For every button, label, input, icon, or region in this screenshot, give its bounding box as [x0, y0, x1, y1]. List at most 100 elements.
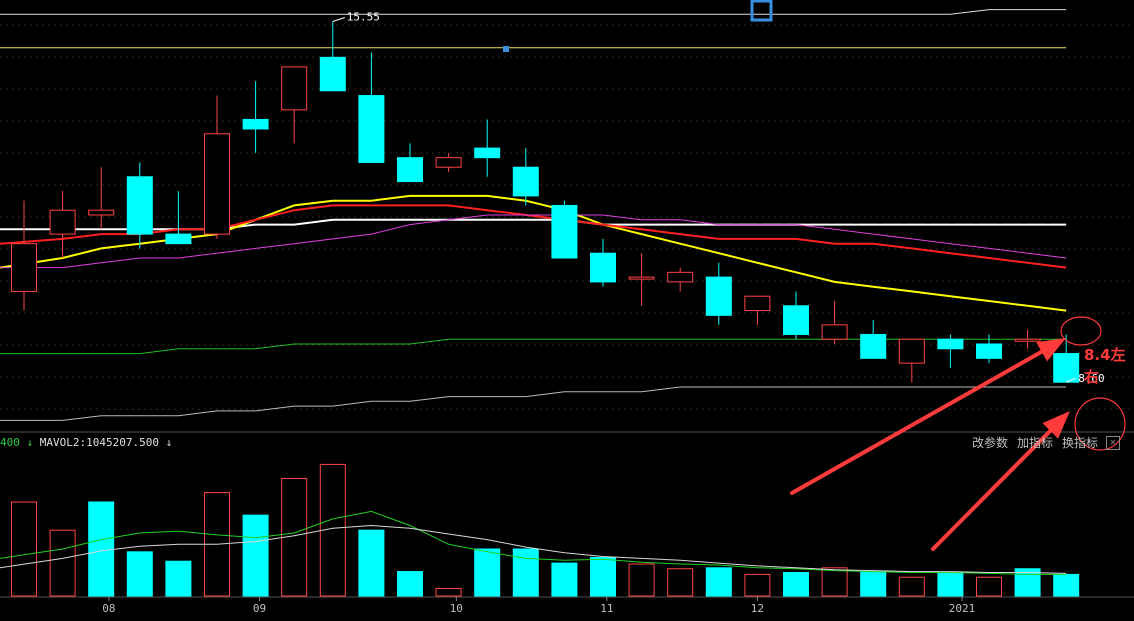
- candle[interactable]: [744, 295, 771, 325]
- arrow-to-price-target: [790, 338, 1066, 495]
- volume-bar[interactable]: [126, 551, 153, 597]
- candle-body: [319, 56, 346, 92]
- volume-bar[interactable]: [937, 572, 964, 597]
- note-line-2: 右: [1084, 368, 1100, 386]
- switch-indicator-button[interactable]: 换指标: [1062, 434, 1098, 452]
- candle[interactable]: [281, 66, 308, 144]
- candle[interactable]: [551, 200, 578, 259]
- candle[interactable]: [783, 291, 809, 340]
- volume-bar[interactable]: [242, 514, 269, 597]
- volume-bar[interactable]: [11, 501, 37, 597]
- ma-line-2: [0, 194, 1067, 312]
- candle[interactable]: [88, 167, 115, 230]
- close-icon[interactable]: ✕: [1106, 436, 1120, 450]
- candle[interactable]: [705, 262, 732, 325]
- candle-body: [976, 343, 1002, 359]
- volume-bar[interactable]: [898, 576, 925, 597]
- add-indicator-button[interactable]: 加指标: [1017, 434, 1053, 452]
- candle[interactable]: [397, 143, 423, 183]
- candle-body: [397, 157, 423, 183]
- volume-bar[interactable]: [474, 548, 501, 597]
- candle[interactable]: [821, 301, 848, 344]
- candle[interactable]: [126, 162, 153, 249]
- target-circle: [1060, 316, 1102, 346]
- candle-body: [821, 324, 848, 340]
- candle[interactable]: [49, 191, 76, 258]
- candle-body: [204, 133, 230, 235]
- down-arrow-icon: ↓: [165, 436, 173, 449]
- volume-bar[interactable]: [358, 529, 385, 597]
- volume-bar[interactable]: [165, 560, 192, 597]
- candle-body: [937, 338, 964, 350]
- candle[interactable]: [628, 253, 655, 306]
- x-tick-label: 11: [600, 602, 613, 615]
- volume-bar[interactable]: [1053, 573, 1080, 597]
- candle[interactable]: [242, 81, 269, 153]
- volume-bar[interactable]: [49, 529, 76, 597]
- candle-body: [744, 295, 771, 312]
- volume-bar[interactable]: [551, 562, 578, 597]
- x-tick-label: 08: [102, 602, 115, 615]
- volume-bar[interactable]: [821, 567, 848, 597]
- mavol2-label: MAVOL2:1045207.500: [39, 436, 159, 449]
- candle[interactable]: [435, 152, 462, 172]
- volume-bar[interactable]: [628, 563, 655, 597]
- volume-bar[interactable]: [397, 571, 423, 597]
- candle[interactable]: [319, 21, 346, 92]
- volume-bar[interactable]: [88, 501, 115, 597]
- volume-bar[interactable]: [783, 572, 809, 597]
- candle-body: [705, 276, 732, 316]
- x-axis: 08 09 10 11 12 2021: [102, 597, 975, 615]
- candle-body: [860, 333, 887, 359]
- ma-line-1: [0, 218, 1067, 231]
- candle-body: [11, 243, 37, 292]
- candle-body: [551, 204, 578, 259]
- candle[interactable]: [667, 267, 694, 292]
- modify-params-button[interactable]: 改参数: [972, 434, 1008, 452]
- volume-indicator-header: 400 ↓ MAVOL2:1045207.500 ↓: [0, 434, 960, 452]
- candle-body: [88, 209, 115, 216]
- volume-bars[interactable]: [11, 463, 1080, 597]
- candle[interactable]: [937, 334, 964, 368]
- candle[interactable]: [512, 148, 539, 206]
- candle[interactable]: [11, 200, 37, 311]
- down-arrow-icon: ↓: [26, 436, 34, 449]
- candle[interactable]: [204, 95, 230, 239]
- volume-bar[interactable]: [744, 573, 771, 597]
- ma-line-7: [0, 9, 1067, 15]
- candle[interactable]: [358, 52, 385, 163]
- candle-body: [474, 147, 501, 159]
- candle-body: [628, 276, 655, 280]
- blue-dot-marker: [503, 46, 509, 52]
- candle-body: [358, 95, 385, 163]
- candle[interactable]: [474, 119, 501, 177]
- candlesticks[interactable]: [11, 21, 1080, 383]
- note-line-1: 8.4左: [1084, 346, 1126, 364]
- candle-body: [242, 118, 269, 130]
- candle[interactable]: [898, 338, 925, 383]
- volume-bar[interactable]: [860, 571, 887, 597]
- candle[interactable]: [590, 238, 616, 287]
- volume-bar[interactable]: [667, 568, 694, 597]
- candle-body: [1014, 338, 1041, 342]
- x-tick-label: 12: [751, 602, 764, 615]
- volume-bar[interactable]: [590, 556, 616, 597]
- candle[interactable]: [860, 320, 887, 359]
- volume-bar[interactable]: [705, 567, 732, 597]
- x-tick-label: 2021: [949, 602, 976, 615]
- candle-body: [49, 209, 76, 235]
- high-price-label: 15.55: [347, 11, 380, 24]
- price-target-note: 8.4左 右: [1084, 344, 1126, 388]
- candle-body: [126, 176, 153, 235]
- chart-annotations: 15.558.60: [332, 0, 1126, 551]
- stock-chart[interactable]: 08 09 10 11 12 2021 15.558.60: [0, 0, 1134, 621]
- volume-bar[interactable]: [435, 587, 462, 597]
- candle-body: [165, 233, 192, 245]
- candle-body: [435, 157, 462, 168]
- price-grid: [0, 24, 1134, 598]
- candle-body: [783, 305, 809, 335]
- candle[interactable]: [1014, 329, 1041, 349]
- volume-bar[interactable]: [512, 548, 539, 597]
- volume-bar[interactable]: [976, 576, 1002, 597]
- candle-body: [1053, 353, 1080, 383]
